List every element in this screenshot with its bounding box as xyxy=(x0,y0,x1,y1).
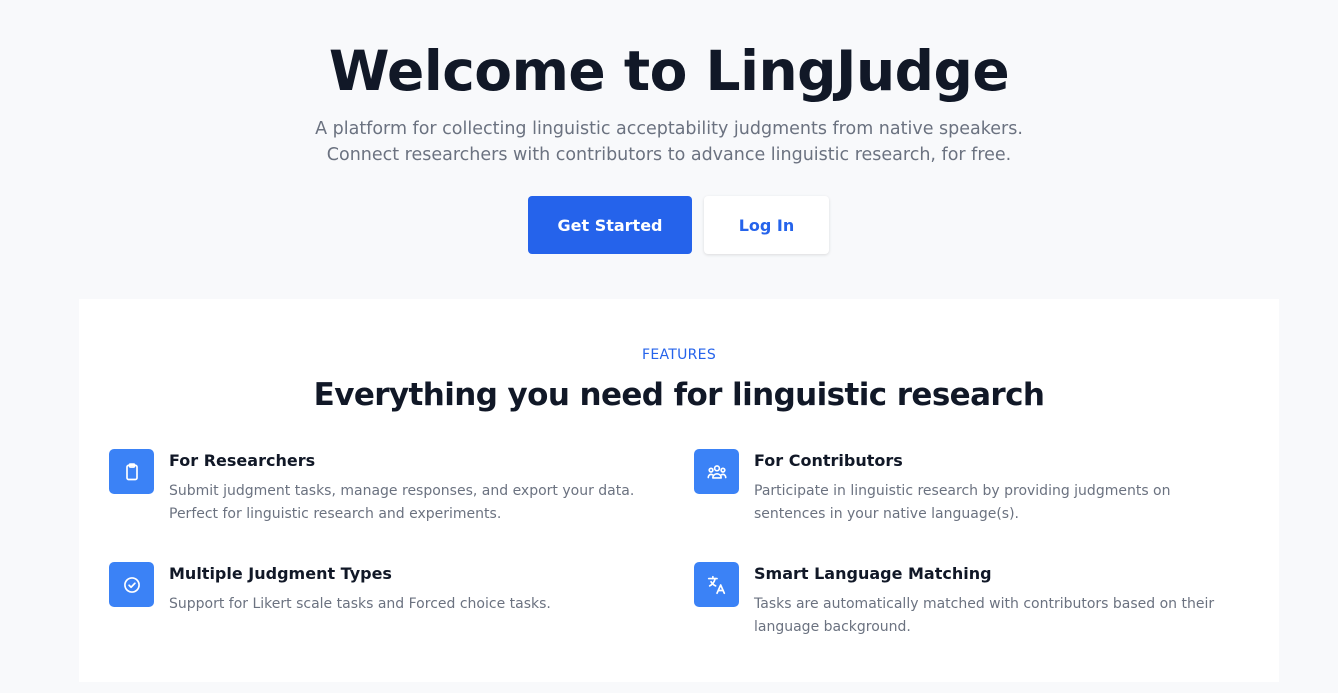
check-circle-icon xyxy=(109,562,154,607)
page-title: Welcome to LingJudge xyxy=(328,39,1010,103)
hero-subtitle: A platform for collecting linguistic acc… xyxy=(0,116,1338,168)
feature-title: For Contributors xyxy=(754,451,903,470)
feature-description: Tasks are automatically matched with con… xyxy=(754,596,1215,635)
features-title: Everything you need for linguistic resea… xyxy=(313,377,1045,413)
feature-description: Participate in linguistic research by pr… xyxy=(754,483,1171,522)
get-started-button[interactable]: Get Started xyxy=(528,196,692,254)
features-eyebrow: FEATURES xyxy=(641,347,717,363)
user-group-icon xyxy=(694,449,739,494)
feature-description: Support for Likert scale tasks and Force… xyxy=(169,596,551,612)
feature-title: Smart Language Matching xyxy=(754,564,992,583)
clipboard-icon xyxy=(109,449,154,494)
features-section: FEATURES Everything you need for linguis… xyxy=(79,299,1279,682)
log-in-button[interactable]: Log In xyxy=(704,196,829,254)
feature-title: Multiple Judgment Types xyxy=(169,564,392,583)
feature-title: For Researchers xyxy=(169,451,316,470)
hero-subtitle-line-2: Connect researchers with contributors to… xyxy=(326,145,1012,165)
hero-subtitle-line-1: A platform for collecting linguistic acc… xyxy=(315,119,1023,139)
feature-description: Submit judgment tasks, manage responses,… xyxy=(169,483,635,522)
translate-icon xyxy=(694,562,739,607)
